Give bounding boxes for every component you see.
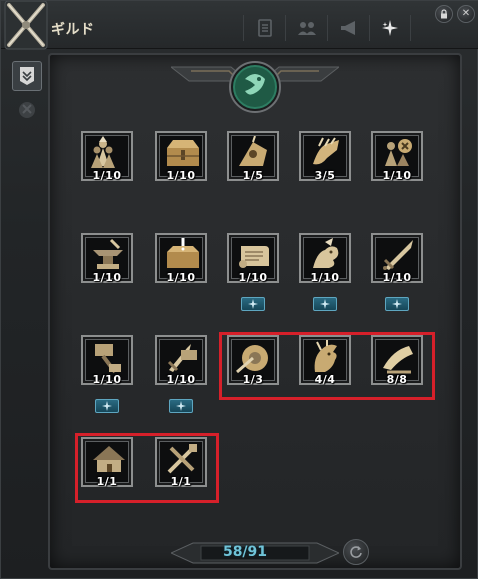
refresh-icon <box>350 546 362 558</box>
lock-icon <box>441 9 447 19</box>
skill-level: 1/10 <box>92 169 122 182</box>
skill-slot[interactable]: 1/10 <box>227 233 279 291</box>
close-button[interactable]: ✕ <box>457 5 475 23</box>
skill-level: 1/10 <box>382 169 412 182</box>
horn-icon <box>239 136 267 166</box>
scroll-icon <box>239 246 269 268</box>
skill-level: 1/10 <box>92 271 122 284</box>
tab-members[interactable] <box>285 15 327 41</box>
sidebar <box>7 53 47 573</box>
members-x-icon <box>385 139 412 166</box>
guild-crest-icon <box>171 61 339 113</box>
skill-slot[interactable]: 3/5 <box>299 131 351 189</box>
skill-slot[interactable]: 1/10 <box>155 335 207 393</box>
shield-icon <box>19 102 35 118</box>
highlight-box-row4 <box>75 433 219 503</box>
skill-slot[interactable]: 1/10 <box>81 131 133 189</box>
sparkle-icon <box>320 299 330 309</box>
skill-level: 1/10 <box>238 271 268 284</box>
skill-level: 3/5 <box>314 169 336 182</box>
close-icon: ✕ <box>461 8 471 19</box>
sparkle-icon <box>392 299 402 309</box>
megaphone-icon <box>340 21 355 35</box>
sparkle-icon <box>102 401 112 411</box>
hammer-icon <box>95 344 121 374</box>
members-icon <box>297 22 316 35</box>
tab-announcements[interactable] <box>327 15 369 41</box>
sidebar-item-guild-skills[interactable] <box>12 61 42 91</box>
lock-button[interactable] <box>435 5 453 23</box>
sword-hammer-icon <box>167 344 197 372</box>
guild-window: ギルド ✕ 1/10 1/10 1/5 3/5 1/10 1/10 1/10 1… <box>0 0 478 579</box>
sparkle-icon <box>248 299 258 309</box>
sword-icon <box>383 240 413 270</box>
tab-skills[interactable] <box>369 15 411 41</box>
skill-upgrade-button[interactable] <box>95 399 119 413</box>
skill-slot[interactable]: 1/10 <box>299 233 351 291</box>
crossed-swords-icon <box>4 1 48 50</box>
skill-slot[interactable]: 1/10 <box>371 233 423 291</box>
treasure-chest-icon <box>167 140 199 166</box>
anvil-icon <box>93 238 123 269</box>
skill-upgrade-button[interactable] <box>169 399 193 413</box>
chest-alert-icon <box>167 238 199 268</box>
skill-slot[interactable]: 1/10 <box>371 131 423 189</box>
skill-level: 1/10 <box>166 373 196 386</box>
tab-bar <box>243 15 411 41</box>
skill-level: 1/10 <box>92 373 122 386</box>
sparkle-icon <box>176 401 186 411</box>
skill-slot[interactable]: 1/10 <box>155 131 207 189</box>
tab-documents[interactable] <box>243 15 285 41</box>
skill-level: 1/10 <box>310 271 340 284</box>
skill-level: 1/5 <box>242 169 264 182</box>
reset-skills-button[interactable] <box>343 539 369 565</box>
skill-slot[interactable]: 1/10 <box>81 335 133 393</box>
skill-level: 1/10 <box>166 169 196 182</box>
window-title: ギルド <box>51 22 95 38</box>
skill-level: 1/10 <box>382 271 412 284</box>
dragon-icon <box>313 238 339 268</box>
skill-upgrade-button[interactable] <box>241 297 265 311</box>
skill-slot[interactable]: 1/5 <box>227 131 279 189</box>
skill-upgrade-button[interactable] <box>385 297 409 311</box>
document-icon <box>257 19 272 37</box>
sparkle-icon <box>382 20 398 36</box>
skill-level: 1/10 <box>166 271 196 284</box>
title-bar[interactable]: ギルド ✕ <box>1 1 478 50</box>
skill-points-counter: 58/91 <box>222 544 268 560</box>
guild-banner-icon <box>20 67 34 85</box>
sidebar-item-guild-defense[interactable] <box>12 95 42 125</box>
skill-slot[interactable]: 1/10 <box>155 233 207 291</box>
skill-slot[interactable]: 1/10 <box>81 233 133 291</box>
skill-upgrade-button[interactable] <box>313 297 337 311</box>
members-icon <box>91 136 115 168</box>
hand-gold-icon <box>313 137 339 165</box>
highlight-box-row3 <box>219 332 435 400</box>
